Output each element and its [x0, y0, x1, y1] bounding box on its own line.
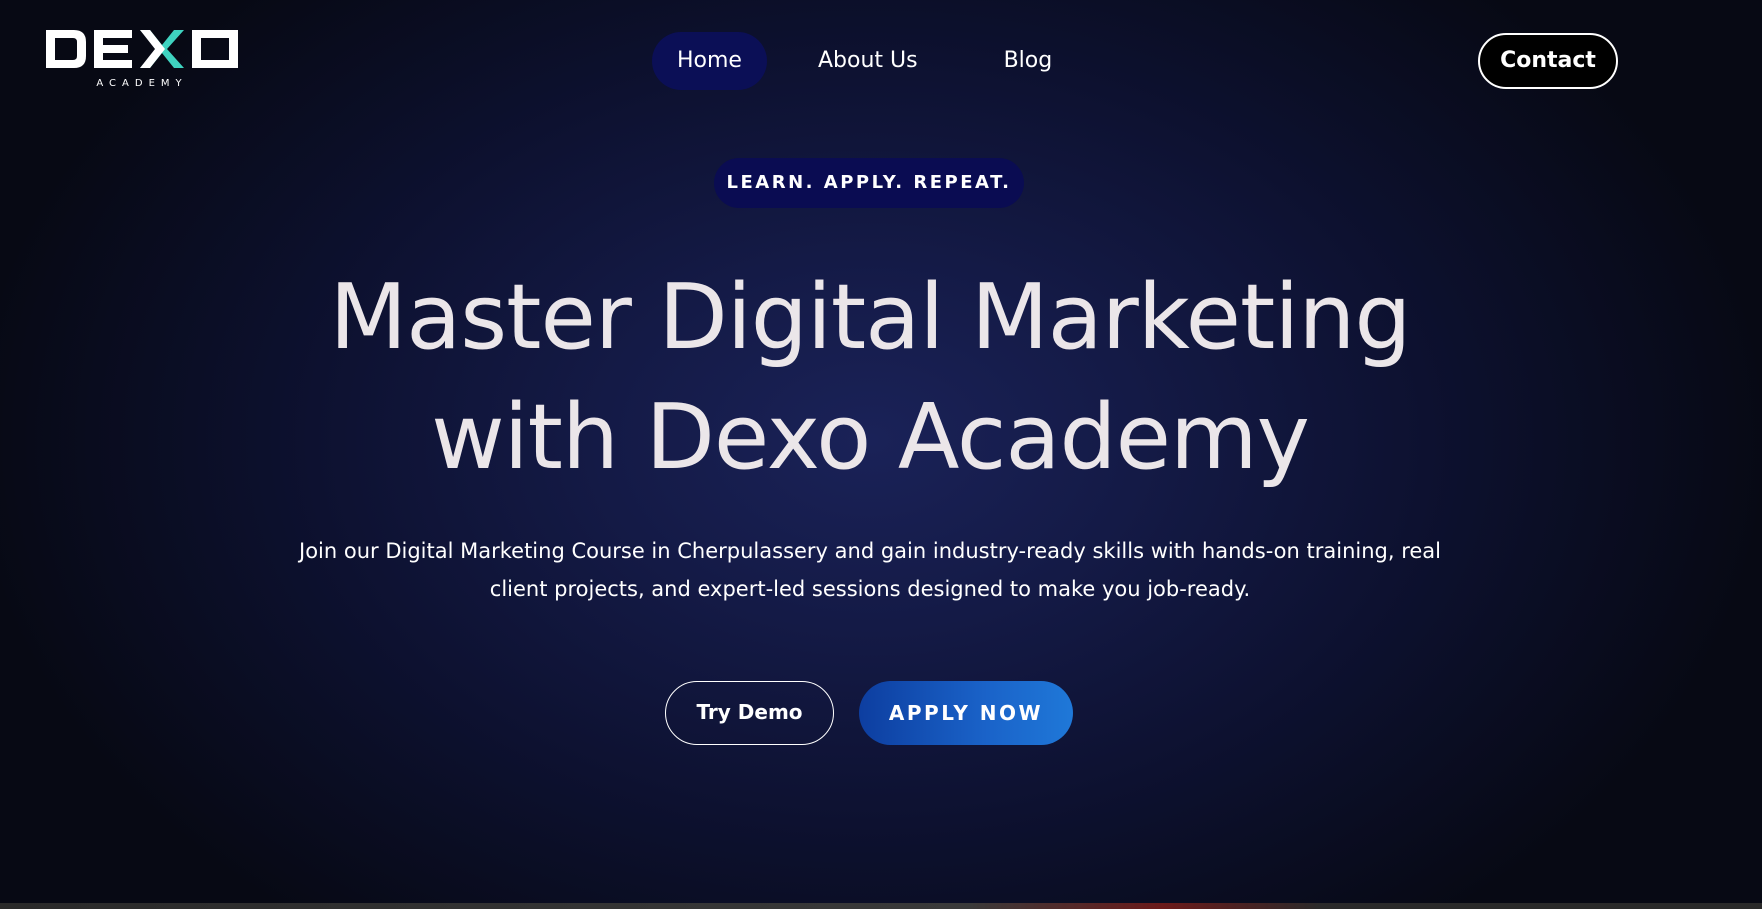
headline-line-1: Master Digital Marketing [329, 265, 1411, 370]
logo[interactable]: ACADEMY [44, 26, 244, 96]
nav-item-about-us[interactable]: About Us [793, 32, 943, 90]
hero-description: Join our Digital Marketing Course in Che… [299, 539, 1441, 601]
tagline-badge: LEARN. APPLY. REPEAT. [714, 158, 1024, 208]
logo-subtitle: ACADEMY [96, 78, 188, 89]
headline-line-2: with Dexo Academy [431, 385, 1310, 490]
try-demo-button[interactable]: Try Demo [665, 681, 834, 745]
nav-item-home[interactable]: Home [652, 32, 767, 90]
main-nav: Home About Us Blog [652, 32, 1089, 90]
nav-item-blog[interactable]: Blog [979, 32, 1078, 90]
hero-headline: Master Digital Marketing with Dexo Acade… [0, 258, 1740, 498]
contact-button[interactable]: Contact [1478, 33, 1618, 89]
bottom-edge-strip [0, 903, 1762, 909]
apply-now-button[interactable]: APPLY NOW [859, 681, 1073, 745]
logo-wordmark [46, 30, 238, 68]
